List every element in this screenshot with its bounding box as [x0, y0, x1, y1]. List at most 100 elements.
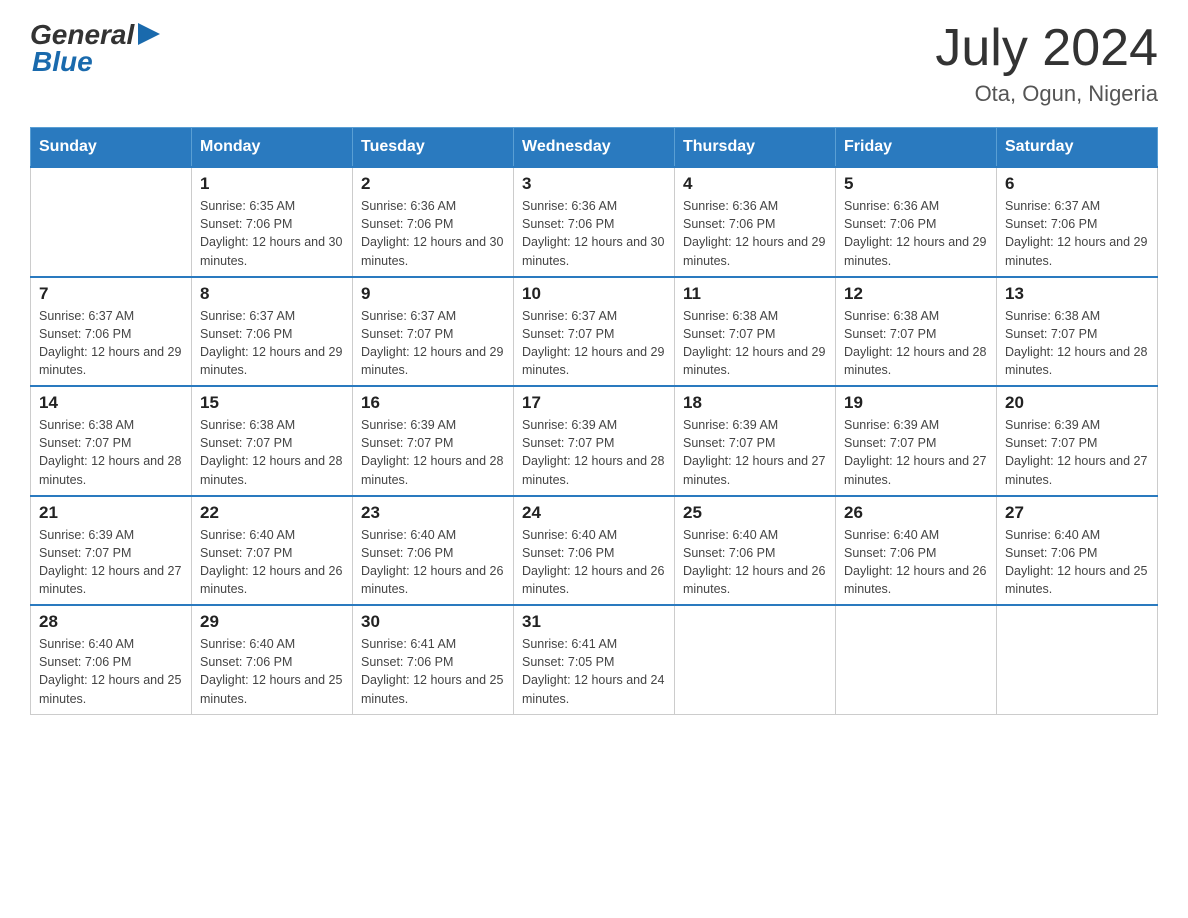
calendar-day-cell: 3 Sunrise: 6:36 AMSunset: 7:06 PMDaylight… [514, 167, 675, 277]
calendar-day-cell: 8 Sunrise: 6:37 AMSunset: 7:06 PMDaylight… [192, 277, 353, 387]
day-number: 27 [1005, 503, 1149, 523]
weekday-header-wednesday: Wednesday [514, 128, 675, 168]
calendar-day-cell: 18 Sunrise: 6:39 AMSunset: 7:07 PMDayligh… [675, 386, 836, 496]
day-info: Sunrise: 6:38 AMSunset: 7:07 PMDaylight:… [844, 307, 988, 380]
calendar-day-cell: 5Sunrise: 6:36 AMSunset: 7:06 PMDaylight… [836, 167, 997, 277]
day-info: Sunrise: 6:36 AMSunset: 7:06 PMDaylight:… [522, 197, 666, 270]
day-info: Sunrise: 6:37 AMSunset: 7:06 PMDaylight:… [39, 307, 183, 380]
day-number: 28 [39, 612, 183, 632]
calendar-week-row: 14Sunrise: 6:38 AMSunset: 7:07 PMDayligh… [31, 386, 1158, 496]
calendar-day-cell: 4 Sunrise: 6:36 AMSunset: 7:06 PMDaylight… [675, 167, 836, 277]
day-number: 19 [844, 393, 988, 413]
day-info: Sunrise: 6:39 AMSunset: 7:07 PMDaylight:… [1005, 416, 1149, 489]
day-number: 11 [683, 284, 827, 304]
day-number: 12 [844, 284, 988, 304]
calendar-day-cell: 28Sunrise: 6:40 AMSunset: 7:06 PMDayligh… [31, 605, 192, 714]
calendar-week-row: 7 Sunrise: 6:37 AMSunset: 7:06 PMDaylight… [31, 277, 1158, 387]
calendar-day-cell: 9 Sunrise: 6:37 AMSunset: 7:07 PMDaylight… [353, 277, 514, 387]
day-info: Sunrise: 6:37 AMSunset: 7:07 PMDaylight:… [361, 307, 505, 380]
weekday-header-friday: Friday [836, 128, 997, 168]
day-info: Sunrise: 6:38 AMSunset: 7:07 PMDaylight:… [1005, 307, 1149, 380]
calendar-week-row: 28 Sunrise: 6:40 AMSunset: 7:06 PMDayligh… [31, 605, 1158, 714]
day-info: Sunrise: 6:39 AMSunset: 7:07 PMDaylight:… [844, 416, 988, 489]
day-number: 21 [39, 503, 183, 523]
day-info: Sunrise: 6:41 AMSunset: 7:05 PMDaylight:… [522, 635, 666, 708]
header-right: July 2024 Ota, Ogun, Nigeria [935, 20, 1158, 107]
day-number: 22 [200, 503, 344, 523]
day-info: Sunrise: 6:37 AMSunset: 7:06 PMDaylight:… [1005, 197, 1149, 270]
calendar-week-row: 21Sunrise: 6:39 AMSunset: 7:07 PMDayligh… [31, 496, 1158, 606]
calendar-day-cell: 23 Sunrise: 6:40 AMSunset: 7:06 PMDayligh… [353, 496, 514, 606]
calendar-day-cell: 30Sunrise: 6:41 AMSunset: 7:06 PMDayligh… [353, 605, 514, 714]
calendar-day-cell: 31 Sunrise: 6:41 AMSunset: 7:05 PMDayligh… [514, 605, 675, 714]
day-number: 31 [522, 612, 666, 632]
calendar-day-cell: 26 Sunrise: 6:40 AMSunset: 7:06 PMDayligh… [836, 496, 997, 606]
day-number: 3 [522, 174, 666, 194]
calendar-day-cell: 11 Sunrise: 6:38 AMSunset: 7:07 PMDayligh… [675, 277, 836, 387]
day-number: 23 [361, 503, 505, 523]
weekday-header-monday: Monday [192, 128, 353, 168]
day-info: Sunrise: 6:36 AMSunset: 7:06 PMDaylight:… [683, 197, 827, 270]
day-number: 8 [200, 284, 344, 304]
day-number: 4 [683, 174, 827, 194]
calendar-day-cell: 1Sunrise: 6:35 AMSunset: 7:06 PMDaylight… [192, 167, 353, 277]
day-info: Sunrise: 6:38 AMSunset: 7:07 PMDaylight:… [683, 307, 827, 380]
day-number: 10 [522, 284, 666, 304]
day-info: Sunrise: 6:40 AMSunset: 7:06 PMDaylight:… [200, 635, 344, 708]
calendar-day-cell: 21Sunrise: 6:39 AMSunset: 7:07 PMDayligh… [31, 496, 192, 606]
day-number: 15 [200, 393, 344, 413]
day-number: 7 [39, 284, 183, 304]
day-number: 24 [522, 503, 666, 523]
day-number: 2 [361, 174, 505, 194]
day-info: Sunrise: 6:35 AMSunset: 7:06 PMDaylight:… [200, 197, 344, 270]
calendar-day-cell [675, 605, 836, 714]
day-info: Sunrise: 6:39 AMSunset: 7:07 PMDaylight:… [683, 416, 827, 489]
calendar-day-cell: 6 Sunrise: 6:37 AMSunset: 7:06 PMDaylight… [997, 167, 1158, 277]
calendar-day-cell: 2 Sunrise: 6:36 AMSunset: 7:06 PMDaylight… [353, 167, 514, 277]
day-info: Sunrise: 6:40 AMSunset: 7:06 PMDaylight:… [844, 526, 988, 599]
calendar-header-row: SundayMondayTuesdayWednesdayThursdayFrid… [31, 128, 1158, 168]
calendar-week-row: 1Sunrise: 6:35 AMSunset: 7:06 PMDaylight… [31, 167, 1158, 277]
logo-blue-text: Blue [30, 47, 160, 78]
day-number: 13 [1005, 284, 1149, 304]
day-info: Sunrise: 6:37 AMSunset: 7:06 PMDaylight:… [200, 307, 344, 380]
month-year-title: July 2024 [935, 20, 1158, 77]
calendar-day-cell: 20 Sunrise: 6:39 AMSunset: 7:07 PMDayligh… [997, 386, 1158, 496]
day-info: Sunrise: 6:40 AMSunset: 7:06 PMDaylight:… [361, 526, 505, 599]
day-info: Sunrise: 6:40 AMSunset: 7:06 PMDaylight:… [522, 526, 666, 599]
day-info: Sunrise: 6:39 AMSunset: 7:07 PMDaylight:… [361, 416, 505, 489]
calendar-day-cell: 16 Sunrise: 6:39 AMSunset: 7:07 PMDayligh… [353, 386, 514, 496]
calendar-day-cell: 7 Sunrise: 6:37 AMSunset: 7:06 PMDaylight… [31, 277, 192, 387]
calendar-day-cell: 10Sunrise: 6:37 AMSunset: 7:07 PMDayligh… [514, 277, 675, 387]
day-number: 16 [361, 393, 505, 413]
day-number: 9 [361, 284, 505, 304]
weekday-header-thursday: Thursday [675, 128, 836, 168]
calendar-day-cell: 12 Sunrise: 6:38 AMSunset: 7:07 PMDayligh… [836, 277, 997, 387]
calendar-day-cell: 17 Sunrise: 6:39 AMSunset: 7:07 PMDayligh… [514, 386, 675, 496]
day-number: 29 [200, 612, 344, 632]
calendar-day-cell: 13 Sunrise: 6:38 AMSunset: 7:07 PMDayligh… [997, 277, 1158, 387]
day-number: 17 [522, 393, 666, 413]
weekday-header-sunday: Sunday [31, 128, 192, 168]
day-info: Sunrise: 6:40 AMSunset: 7:06 PMDaylight:… [1005, 526, 1149, 599]
weekday-header-saturday: Saturday [997, 128, 1158, 168]
calendar-table: SundayMondayTuesdayWednesdayThursdayFrid… [30, 127, 1158, 715]
calendar-day-cell: 22 Sunrise: 6:40 AMSunset: 7:07 PMDayligh… [192, 496, 353, 606]
calendar-day-cell [997, 605, 1158, 714]
day-info: Sunrise: 6:36 AMSunset: 7:06 PMDaylight:… [361, 197, 505, 270]
page-header: General Blue July 2024 Ota, Ogun, Nigeri… [30, 20, 1158, 107]
calendar-day-cell: 14Sunrise: 6:38 AMSunset: 7:07 PMDayligh… [31, 386, 192, 496]
day-number: 26 [844, 503, 988, 523]
day-number: 6 [1005, 174, 1149, 194]
day-number: 18 [683, 393, 827, 413]
day-number: 20 [1005, 393, 1149, 413]
calendar-day-cell [836, 605, 997, 714]
day-info: Sunrise: 6:38 AMSunset: 7:07 PMDaylight:… [39, 416, 183, 489]
day-number: 30 [361, 612, 505, 632]
day-info: Sunrise: 6:39 AMSunset: 7:07 PMDaylight:… [522, 416, 666, 489]
calendar-day-cell: 27 Sunrise: 6:40 AMSunset: 7:06 PMDayligh… [997, 496, 1158, 606]
day-info: Sunrise: 6:40 AMSunset: 7:07 PMDaylight:… [200, 526, 344, 599]
logo-arrow-icon [138, 23, 160, 45]
day-number: 5 [844, 174, 988, 194]
weekday-header-tuesday: Tuesday [353, 128, 514, 168]
